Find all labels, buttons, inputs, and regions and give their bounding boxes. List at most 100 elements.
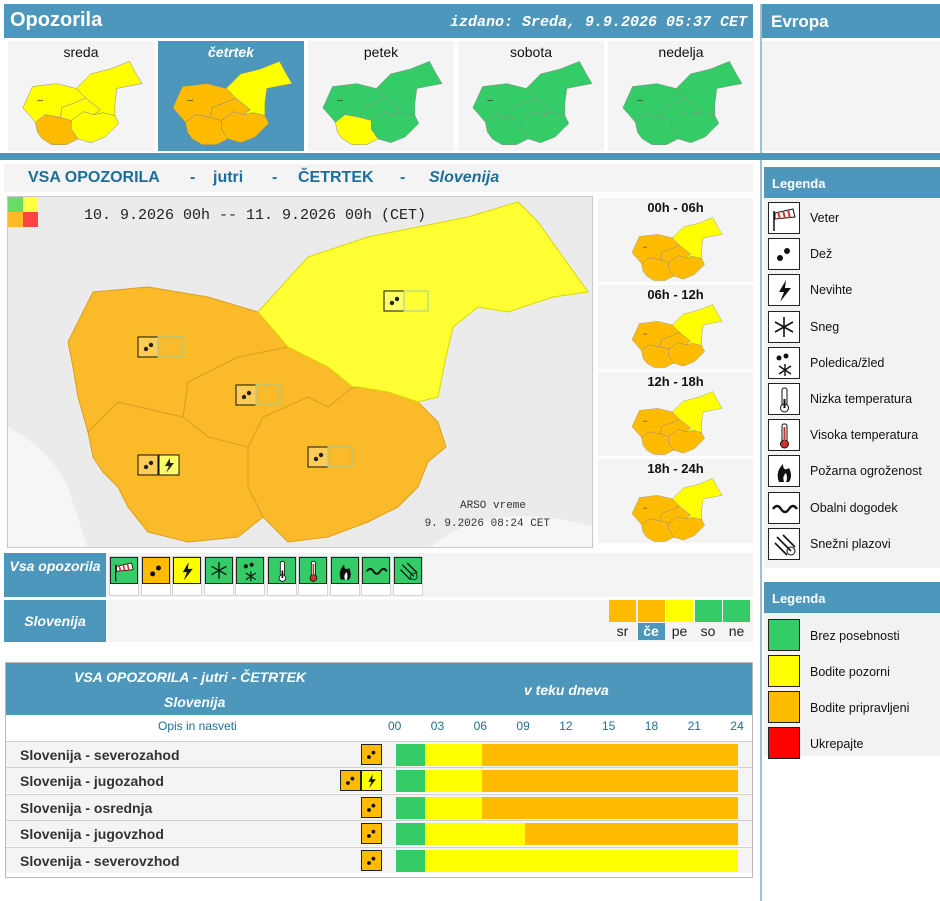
- day-map-thumbnail: ꟷ: [172, 61, 293, 145]
- map-credit-date: 9. 9.2026 08:24 CET: [424, 518, 550, 530]
- hour-segment: [696, 796, 738, 819]
- high-temperature-icon: [299, 557, 327, 584]
- rain-icon: [340, 770, 361, 792]
- period-map-thumbnail: ꟷ: [631, 217, 723, 281]
- hour-segment: [610, 849, 653, 872]
- day-tab-4[interactable]: nedelja ꟷ: [608, 41, 754, 151]
- table-row[interactable]: Slovenija - severozahod: [6, 741, 752, 767]
- filter-ice-button[interactable]: [235, 556, 265, 596]
- hour-segment: [653, 744, 696, 766]
- hour-segment: [396, 823, 425, 846]
- day-level-label[interactable]: ne: [723, 623, 750, 640]
- header-bar: Opozorila izdano: Sreda, 9.9.2026 05:37 …: [4, 4, 753, 38]
- day-level-label[interactable]: pe: [666, 623, 693, 640]
- day-level-0[interactable]: [609, 600, 636, 622]
- hour-segment: [525, 744, 568, 766]
- svg-text:ꟷ: ꟷ: [187, 97, 193, 105]
- table-row[interactable]: Slovenija - jugozahod: [6, 767, 752, 794]
- legend-item-label: Požarna ogroženost: [810, 464, 922, 479]
- day-level-label[interactable]: sr: [609, 623, 636, 640]
- period-map-0[interactable]: 00h - 06h ꟷ: [598, 198, 753, 282]
- level-swatch: [768, 691, 800, 723]
- day-tab-0[interactable]: sreda ꟷ: [8, 41, 154, 151]
- hour-label: 12: [559, 719, 573, 733]
- hour-segment: [610, 744, 653, 766]
- period-map-thumbnail: ꟷ: [631, 391, 723, 455]
- period-label: 12h - 18h: [647, 374, 704, 389]
- day-level-4[interactable]: [723, 600, 750, 622]
- hour-segment: [396, 849, 425, 872]
- filter-wind-button[interactable]: [109, 556, 139, 596]
- svg-text:ꟷ: ꟷ: [37, 97, 43, 105]
- svg-text:ꟷ: ꟷ: [337, 97, 343, 105]
- hour-segment: [482, 796, 525, 819]
- day-tab-1[interactable]: četrtek ꟷ: [158, 41, 304, 151]
- filter-fire-danger-button[interactable]: [329, 556, 360, 596]
- filter-thunderstorm-button[interactable]: [172, 556, 202, 596]
- filter-rain-button[interactable]: [140, 556, 171, 596]
- filter-low-temperature-button[interactable]: [266, 556, 297, 596]
- legend-item-label: Dež: [810, 247, 833, 262]
- hour-segment: [653, 770, 696, 793]
- subheader-region: Slovenija: [429, 169, 500, 186]
- legend-item-label: Nizka temperatura: [810, 392, 913, 406]
- hour-segment: [696, 823, 738, 846]
- region-name: Slovenija - jugovzhod: [20, 826, 164, 843]
- region-button[interactable]: Slovenija: [4, 600, 106, 642]
- legend-item: Poledica/žled: [764, 346, 940, 381]
- legend-item-label: Visoka temperatura: [810, 428, 919, 443]
- day-level-label[interactable]: če: [637, 623, 665, 640]
- table-subtitle: Slovenija: [164, 694, 226, 710]
- filter-coastal-event-button[interactable]: [361, 556, 391, 596]
- period-map-2[interactable]: 12h - 18h ꟷ: [598, 372, 753, 456]
- hour-segment: [425, 770, 482, 793]
- table-title: VSA OPOZORILA - jutri - ČETRTEK: [74, 669, 307, 685]
- table-row[interactable]: Slovenija - osrednja: [6, 793, 752, 820]
- main-warning-map[interactable]: 10. 9.2026 00h -- 11. 9.2026 00h (CET) A…: [7, 196, 593, 548]
- filter-all-button[interactable]: Vsa opozorila: [4, 553, 106, 597]
- day-map-thumbnail: ꟷ: [22, 61, 143, 145]
- rain-icon: [768, 238, 800, 271]
- table-row[interactable]: Slovenija - severovzhod: [6, 846, 752, 873]
- period-map-1[interactable]: 06h - 12h ꟷ: [598, 285, 753, 369]
- day-level-1[interactable]: [637, 600, 665, 622]
- hour-label: 00: [388, 719, 402, 733]
- thunderstorm-icon: [173, 557, 201, 584]
- hour-segment: [696, 849, 738, 872]
- period-map-3[interactable]: 18h - 24h ꟷ: [598, 459, 753, 543]
- legend-item: Obalni dogodek: [764, 491, 940, 526]
- rain-icon: [361, 849, 382, 871]
- day-tab-label: sreda: [63, 44, 99, 60]
- description-link[interactable]: Opis in nasveti: [158, 719, 237, 733]
- filter-high-temperature-button[interactable]: [298, 556, 328, 596]
- legend-item-label: Nevihte: [810, 283, 853, 298]
- region-name: Slovenija - severovzhod: [20, 852, 180, 869]
- hour-segment: [425, 744, 482, 766]
- filter-avalanche-button[interactable]: [392, 556, 423, 596]
- wind-icon: [768, 202, 800, 234]
- day-level-2[interactable]: [666, 600, 693, 622]
- legend-header: Legenda: [764, 582, 940, 613]
- thunderstorm-icon: [361, 770, 382, 792]
- table-row[interactable]: Slovenija - jugovzhod: [6, 820, 752, 847]
- hour-segment: [568, 849, 610, 872]
- legend-item: Dež: [764, 238, 940, 272]
- hour-segment: [568, 796, 610, 819]
- europe-link[interactable]: Evropa: [762, 4, 940, 38]
- hour-label: 24: [730, 719, 744, 733]
- subheader-all: VSA OPOZORILA: [28, 169, 160, 186]
- table-header: VSA OPOZORILA - jutri - ČETRTEK Slovenij…: [6, 663, 752, 715]
- legend-title: Legenda: [772, 176, 826, 191]
- page: Opozorila izdano: Sreda, 9.9.2026 05:37 …: [0, 0, 940, 901]
- fire-danger-icon: [330, 557, 359, 584]
- snow-icon: [204, 557, 233, 584]
- low-temperature-icon: [267, 557, 296, 584]
- day-level-3[interactable]: [694, 600, 722, 622]
- hour-segment: [568, 770, 610, 793]
- day-tab-2[interactable]: petek ꟷ: [308, 41, 454, 151]
- level-label: Bodite pozorni: [810, 665, 890, 679]
- day-level-label[interactable]: so: [695, 623, 722, 640]
- day-tab-3[interactable]: sobota ꟷ: [458, 41, 604, 151]
- level-label: Bodite pripravljeni: [810, 701, 910, 715]
- filter-snow-button[interactable]: [203, 556, 234, 596]
